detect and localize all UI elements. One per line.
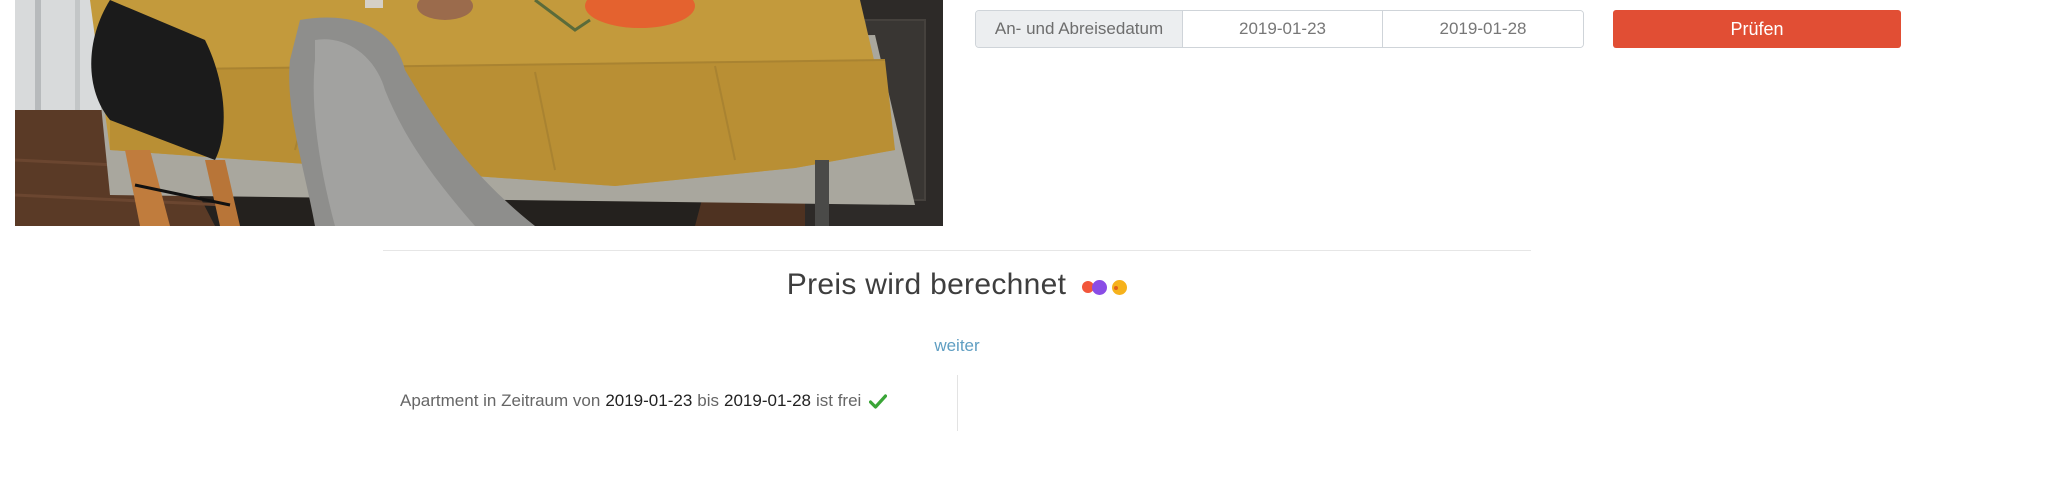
price-calculation-heading: Preis wird berechnet [786,268,1067,301]
apartment-photo [15,0,943,226]
checkmark-icon [869,393,888,409]
price-heading-row: Preis wird berechnet [0,268,1914,302]
availability-connector: bis [697,391,720,410]
loader-dot-purple [1092,279,1108,295]
availability-status-text: ist frei [815,391,862,410]
availability-prefix: Apartment in Zeitraum von [400,391,601,410]
loader-dot-yellow [1112,279,1128,295]
arrival-date-input[interactable] [1183,11,1383,47]
departure-date-input[interactable] [1383,11,1583,47]
page: An- und Abreisedatum Prüfen Preis wird b… [0,0,2070,497]
date-range-label: An- und Abreisedatum [976,11,1183,47]
continue-link[interactable]: weiter [0,336,1914,356]
check-availability-button[interactable]: Prüfen [1613,10,1901,48]
loading-dots-icon [1082,279,1128,295]
availability-status: Apartment in Zeitraum von 2019-01-23 bis… [400,391,892,411]
availability-from-date: 2019-01-23 [605,391,693,410]
availability-to-date: 2019-01-28 [724,391,811,410]
column-separator [957,375,958,431]
date-range-group: An- und Abreisedatum [975,10,1584,48]
section-divider [383,250,1531,251]
